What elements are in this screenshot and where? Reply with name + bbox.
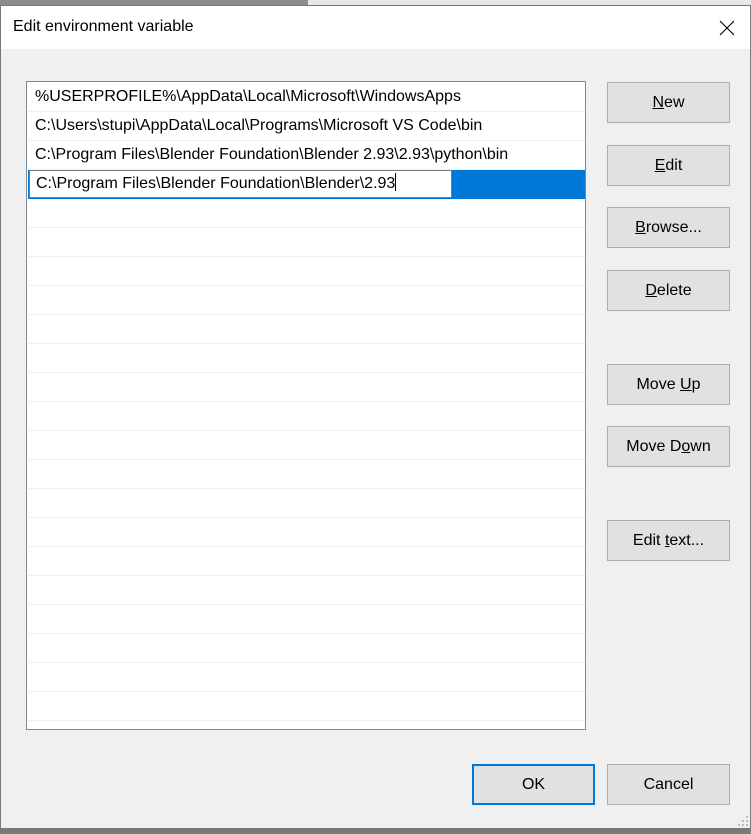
empty-list-row[interactable] <box>28 576 585 605</box>
empty-list-row[interactable] <box>28 315 585 344</box>
button-label-part: Move D <box>626 438 682 455</box>
empty-list-row[interactable] <box>28 518 585 547</box>
title-bar: Edit environment variable <box>1 6 750 49</box>
close-button[interactable] <box>704 6 750 49</box>
list-item[interactable]: C:\Users\stupi\AppData\Local\Programs\Mi… <box>28 112 585 141</box>
edit-environment-variable-dialog: Edit environment variable %USERPROFILE%\… <box>0 5 751 829</box>
edit-text-button[interactable]: Edit text... <box>607 520 730 561</box>
button-label-part: elete <box>656 282 692 299</box>
list-item-selected[interactable]: C:\Program Files\Blender Foundation\Blen… <box>28 170 585 199</box>
empty-list-row[interactable] <box>28 634 585 663</box>
list-item[interactable]: %USERPROFILE%\AppData\Local\Microsoft\Wi… <box>28 83 585 112</box>
button-label-part: N <box>652 94 665 111</box>
list-item-text: C:\Users\stupi\AppData\Local\Programs\Mi… <box>35 117 483 134</box>
dialog-title: Edit environment variable <box>13 18 194 35</box>
button-label-part: B <box>635 219 646 236</box>
button-label-part: Edit <box>632 532 665 549</box>
button-label-part: dit <box>665 157 683 174</box>
empty-list-row[interactable] <box>28 489 585 518</box>
inline-edit-input[interactable]: C:\Program Files\Blender Foundation\Blen… <box>29 170 452 198</box>
empty-list-row[interactable] <box>28 257 585 286</box>
button-label-part: wn <box>690 438 711 455</box>
button-label-part: E <box>654 157 666 174</box>
move-down-button[interactable]: Move Down <box>607 426 730 467</box>
delete-button[interactable]: Delete <box>607 270 730 311</box>
edit-button[interactable]: Edit <box>607 145 730 186</box>
inline-edit-value: C:\Program Files\Blender Foundation\Blen… <box>36 175 396 192</box>
empty-list-row[interactable] <box>28 431 585 460</box>
cancel-button[interactable]: Cancel <box>607 764 730 805</box>
empty-list-row[interactable] <box>28 547 585 576</box>
button-label-part: U <box>680 376 692 393</box>
empty-list-row[interactable] <box>28 460 585 489</box>
empty-list-row[interactable] <box>28 344 585 373</box>
path-list[interactable]: %USERPROFILE%\AppData\Local\Microsoft\Wi… <box>26 81 586 730</box>
empty-list-row[interactable] <box>28 286 585 315</box>
empty-list-row[interactable] <box>28 402 585 431</box>
list-item[interactable]: C:\Program Files\Blender Foundation\Blen… <box>28 141 585 170</box>
button-label-part: ext... <box>669 532 705 549</box>
empty-list-row[interactable] <box>28 373 585 402</box>
ok-button[interactable]: OK <box>472 764 595 805</box>
text-caret <box>395 173 397 191</box>
button-label-part: ew <box>664 94 685 111</box>
empty-list-row[interactable] <box>28 199 585 228</box>
browse-button[interactable]: Browse... <box>607 207 730 248</box>
list-item-text: %USERPROFILE%\AppData\Local\Microsoft\Wi… <box>35 88 461 105</box>
button-label-part: Move <box>636 376 681 393</box>
close-icon <box>719 20 735 35</box>
list-item-text: C:\Program Files\Blender Foundation\Blen… <box>35 146 509 163</box>
move-up-button[interactable]: Move Up <box>607 364 730 405</box>
empty-list-row[interactable] <box>28 605 585 634</box>
empty-list-row[interactable] <box>28 663 585 692</box>
button-label-part: p <box>691 376 701 393</box>
button-label-part: o <box>681 438 691 455</box>
button-label-part: rowse... <box>645 219 702 236</box>
new-button[interactable]: New <box>607 82 730 123</box>
empty-list-row[interactable] <box>28 692 585 721</box>
button-label-part: D <box>645 282 657 299</box>
resize-grip-icon[interactable] <box>738 816 748 826</box>
empty-list-row[interactable] <box>28 228 585 257</box>
